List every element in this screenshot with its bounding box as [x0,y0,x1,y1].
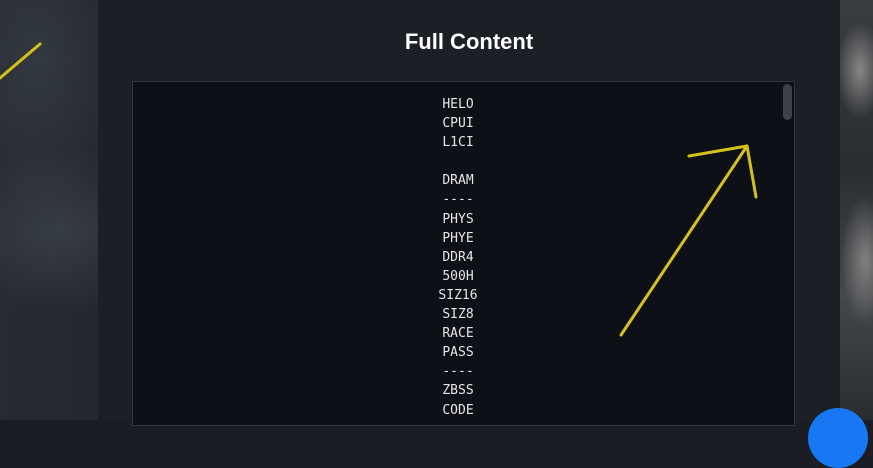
annotation-overlay [0,42,758,337]
annotation-arrow-head-left [687,144,749,158]
annotation-arrow-head-right [745,144,758,199]
annotation-stroke-left [0,42,42,80]
chat-button[interactable] [808,408,868,468]
annotation-arrow-shaft [619,144,749,337]
